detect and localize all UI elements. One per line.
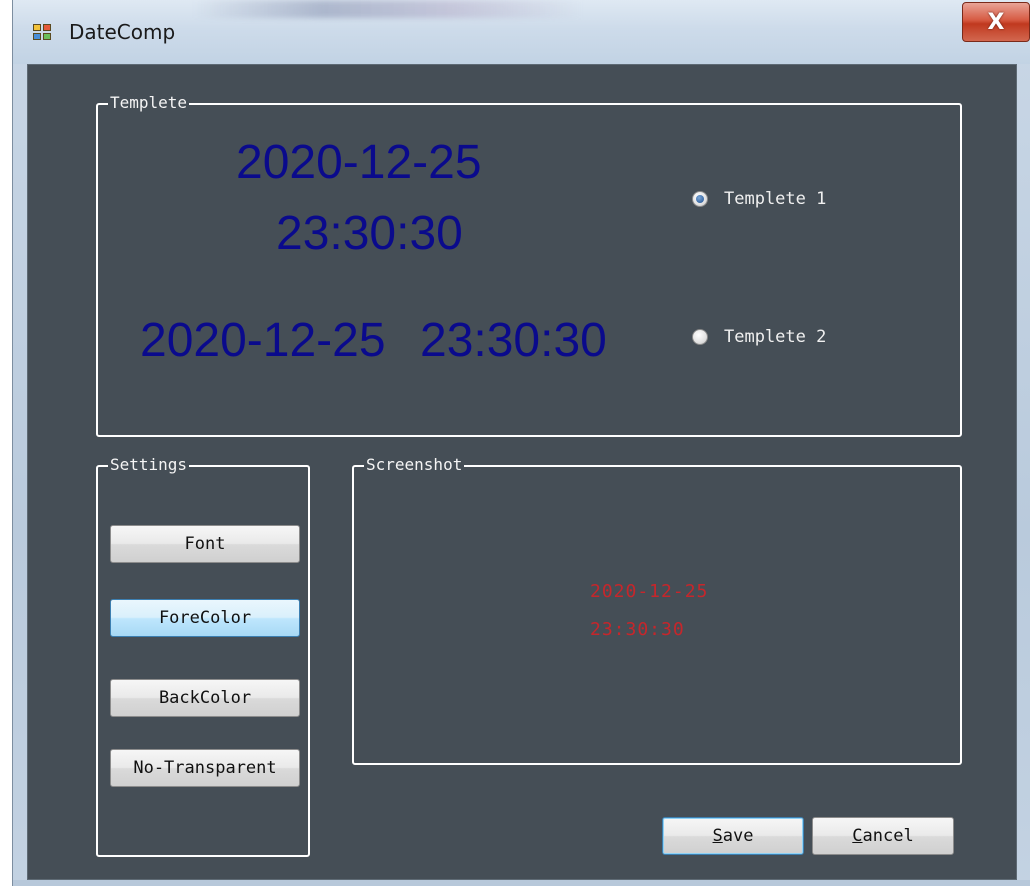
screenshot-group-label: Screenshot xyxy=(364,455,465,475)
screenshot-groupbox: Screenshot 2020-12-25 23:30:30 xyxy=(352,455,962,765)
app-icon[interactable] xyxy=(33,24,53,42)
settings-group-label: Settings xyxy=(108,455,190,475)
radio-checked-icon[interactable] xyxy=(692,191,708,207)
template2-radio-label[interactable]: Templete 2 xyxy=(724,327,826,347)
save-button[interactable]: Save xyxy=(662,817,804,855)
settings-groupbox: Settings Font ForeColor BackColor No-Tra… xyxy=(96,455,310,857)
template1-radio[interactable]: Templete 1 xyxy=(692,189,826,209)
screenshot-preview-date: 2020-12-25 xyxy=(590,581,709,602)
forecolor-button[interactable]: ForeColor xyxy=(110,599,300,637)
title-bar-glow xyxy=(193,0,583,18)
cancel-label-rest: ancel xyxy=(862,826,914,846)
window-bottom-border xyxy=(13,880,1030,886)
template1-time: 23:30:30 xyxy=(276,207,463,260)
window-title: DateComp xyxy=(69,20,176,44)
close-button[interactable]: X xyxy=(962,2,1030,42)
datecomp-window: DateComp X Templete 2020-12-25 23:30:30 … xyxy=(12,0,1030,886)
cancel-button[interactable]: Cancel xyxy=(812,817,954,855)
save-mnemonic: S xyxy=(712,826,723,846)
radio-unchecked-icon[interactable] xyxy=(692,329,708,345)
save-label-rest: ave xyxy=(722,826,754,846)
template2-date: 2020-12-25 xyxy=(140,314,386,367)
template1-date: 2020-12-25 xyxy=(236,136,482,189)
templete-group-label: Templete xyxy=(108,93,190,113)
client-area: Templete 2020-12-25 23:30:30 2020-12-25 … xyxy=(27,64,1017,880)
close-icon: X xyxy=(987,9,1005,35)
title-bar[interactable]: DateComp X xyxy=(13,0,1030,64)
screenshot-preview-time: 23:30:30 xyxy=(590,619,685,640)
backcolor-button[interactable]: BackColor xyxy=(110,679,300,717)
template1-radio-label[interactable]: Templete 1 xyxy=(724,189,826,209)
font-button[interactable]: Font xyxy=(110,525,300,563)
no-transparent-button[interactable]: No-Transparent xyxy=(110,749,300,787)
template2-radio[interactable]: Templete 2 xyxy=(692,327,826,347)
template2-time: 23:30:30 xyxy=(420,314,607,367)
templete-groupbox: Templete 2020-12-25 23:30:30 2020-12-25 … xyxy=(96,93,962,437)
cancel-mnemonic: C xyxy=(852,826,863,846)
